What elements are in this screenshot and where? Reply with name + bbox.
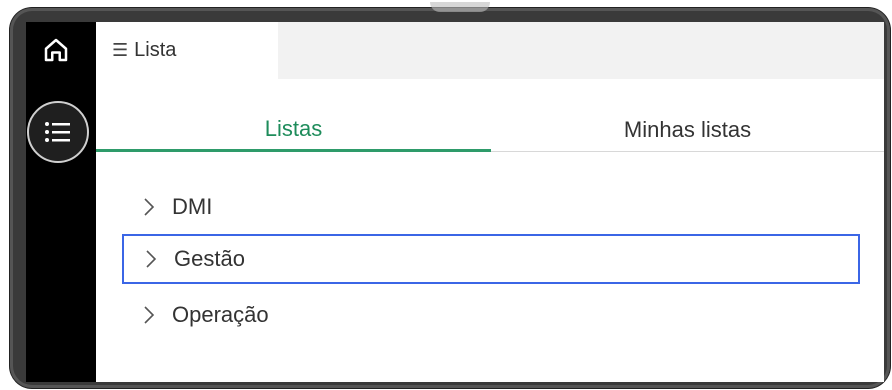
left-rail: [26, 22, 96, 382]
bezel-notch: [430, 2, 490, 12]
list-item-label: Gestão: [174, 246, 245, 271]
home-icon: [44, 38, 68, 62]
list-item-label: Operação: [172, 302, 269, 327]
list-item-gestao[interactable]: Gestão: [122, 234, 860, 284]
document-tab-bar: ☰ Lista: [96, 22, 884, 79]
document-tab-lista[interactable]: ☰ Lista: [96, 22, 278, 79]
chevron-right-icon: [142, 304, 160, 326]
content-pane: ☰ Lista Listas Minhas listas DMI Gestão …: [96, 22, 884, 382]
list-item-label: DMI: [172, 194, 213, 219]
chevron-right-icon: [142, 196, 160, 218]
list-button[interactable]: [27, 101, 89, 163]
menu-icon: ☰: [112, 40, 129, 60]
document-tab-label: Lista: [134, 39, 177, 61]
tab-minhas-listas[interactable]: Minhas listas: [491, 108, 884, 152]
list-item-dmi[interactable]: DMI: [122, 182, 860, 232]
home-button[interactable]: [36, 30, 76, 70]
tab-listas-label: Listas: [264, 115, 323, 141]
chevron-right-icon: [144, 248, 162, 270]
list-icon: [45, 122, 70, 142]
tab-minhas-listas-label: Minhas listas: [623, 116, 752, 142]
tab-listas[interactable]: Listas: [96, 108, 491, 152]
list-item-operacao[interactable]: Operação: [122, 290, 860, 340]
